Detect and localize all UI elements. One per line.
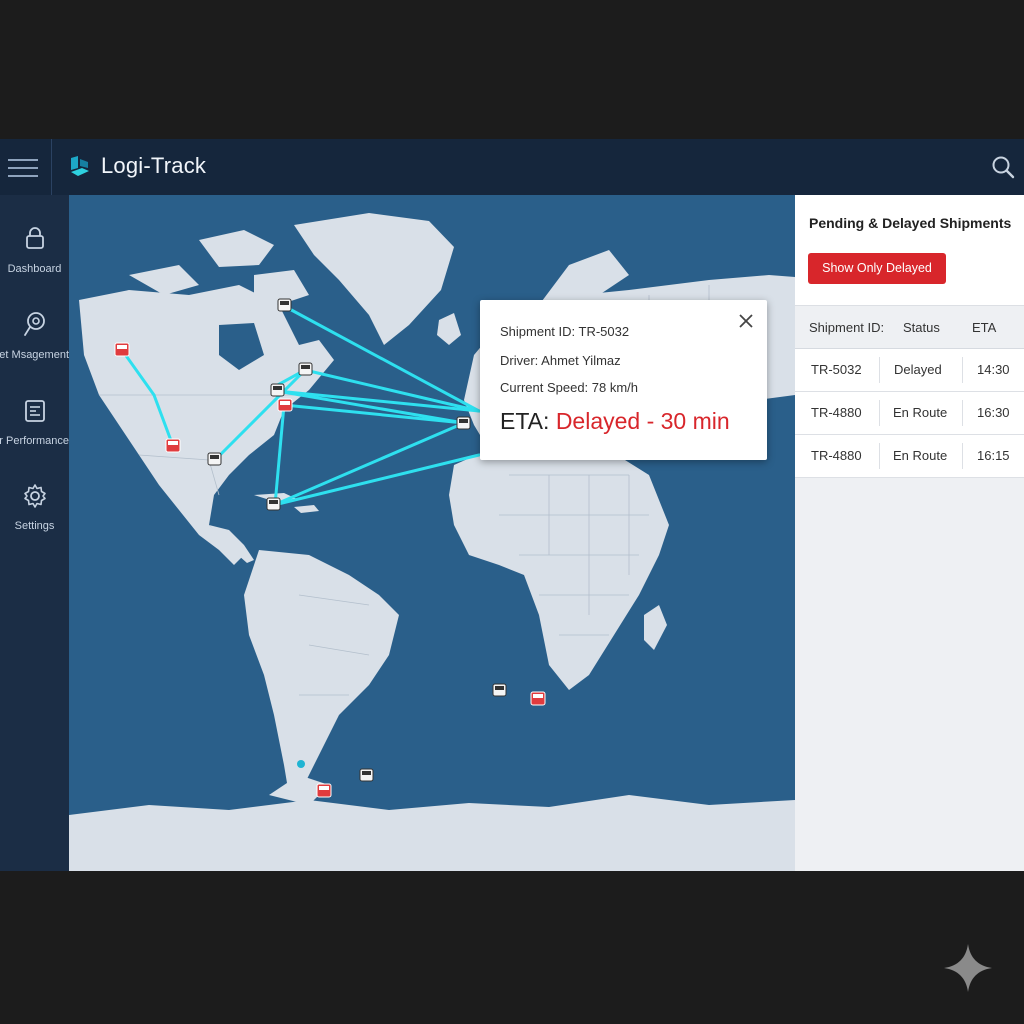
cell-divider xyxy=(879,443,880,469)
route-line xyxy=(303,368,481,413)
lock-icon xyxy=(25,227,44,249)
landmass-uk xyxy=(437,313,461,345)
column-header-eta[interactable]: ETA xyxy=(972,320,996,335)
route-line xyxy=(272,421,466,507)
map-pin-icon xyxy=(23,312,45,336)
sidebar-item-label: r Performance xyxy=(0,435,69,447)
truck-marker-white xyxy=(207,452,222,466)
cell-divider xyxy=(962,443,963,469)
eta-value: Delayed - 30 min xyxy=(555,408,730,434)
table-row[interactable]: TR-4880 En Route 16:15 xyxy=(795,435,1024,478)
truck-marker-white xyxy=(266,497,281,511)
popup-driver: Driver: Ahmet Yilmaz xyxy=(500,353,621,368)
gear-icon xyxy=(23,484,46,508)
truck-marker-white xyxy=(456,416,471,430)
shipments-panel: Pending & Delayed Shipments Show Only De… xyxy=(795,195,1024,871)
cell-shipment-id: TR-5032 xyxy=(811,362,862,377)
popup-speed: Current Speed: 78 km/h xyxy=(500,380,639,395)
cell-status: En Route xyxy=(893,405,948,420)
panel-title: Pending & Delayed Shipments xyxy=(809,215,1012,231)
search-icon[interactable] xyxy=(990,154,1016,180)
cell-shipment-id: TR-4880 xyxy=(811,405,862,420)
report-icon xyxy=(24,400,45,422)
truck-marker-white xyxy=(298,362,313,376)
table-header: Shipment ID: Status ETA xyxy=(795,306,1024,349)
divider xyxy=(51,139,52,195)
shipments-table: Shipment ID: Status ETA TR-5032 Delayed … xyxy=(795,306,1024,478)
route-line xyxy=(272,453,481,507)
sidebar-item-dashboard[interactable]: Dashboard xyxy=(0,225,69,295)
truck-marker-red xyxy=(277,398,293,412)
landmass-africa xyxy=(449,445,669,690)
app-title: Logi-Track xyxy=(101,153,207,178)
eta-label: ETA: xyxy=(500,408,556,434)
cell-divider xyxy=(962,357,963,383)
landmass-antarctica xyxy=(69,795,795,871)
cell-divider xyxy=(962,400,963,426)
sidebar-item-fleet-management[interactable]: et Msagement xyxy=(0,310,69,380)
cell-shipment-id: TR-4880 xyxy=(811,448,862,463)
table-row[interactable]: TR-5032 Delayed 14:30 xyxy=(795,349,1024,392)
landmass-north-america xyxy=(79,285,334,565)
cell-status: Delayed xyxy=(894,362,942,377)
column-header-status[interactable]: Status xyxy=(903,320,940,335)
popup-eta: ETA: Delayed - 30 min xyxy=(500,408,730,435)
cell-eta: 16:30 xyxy=(977,405,1010,420)
cell-eta: 14:30 xyxy=(977,362,1010,377)
shipment-info-popup: Shipment ID: TR-5032 Driver: Ahmet Yilma… xyxy=(480,300,767,460)
truck-marker-white xyxy=(270,383,285,397)
sidebar: Dashboard et Msagement r Performance Set… xyxy=(0,195,69,871)
truck-marker-white xyxy=(492,683,507,697)
cell-divider xyxy=(879,357,880,383)
truck-marker-red xyxy=(316,783,332,798)
truck-marker-red xyxy=(114,342,130,357)
cell-divider xyxy=(879,400,880,426)
truck-marker-white xyxy=(277,298,292,312)
hamburger-menu-icon[interactable] xyxy=(8,155,38,179)
show-only-delayed-button[interactable]: Show Only Delayed xyxy=(808,253,946,284)
close-icon[interactable] xyxy=(739,314,753,328)
world-map[interactable] xyxy=(69,195,795,871)
truck-marker-red xyxy=(165,438,181,453)
sidebar-item-performance[interactable]: r Performance xyxy=(0,398,69,468)
column-header-shipment-id[interactable]: Shipment ID: xyxy=(809,320,884,335)
popup-shipment-id: Shipment ID: TR-5032 xyxy=(500,324,630,339)
sparkle-icon xyxy=(944,944,992,992)
cell-eta: 16:15 xyxy=(977,448,1010,463)
sidebar-item-settings[interactable]: Settings xyxy=(0,483,69,553)
logo-icon xyxy=(71,156,89,176)
landmass-south-america xyxy=(244,550,399,795)
sidebar-item-label: Dashboard xyxy=(7,263,62,275)
app-window: Logi-Track Dashboard et Msagement r Perf… xyxy=(0,139,1024,871)
panel-header: Pending & Delayed Shipments Show Only De… xyxy=(795,195,1024,306)
landmass-madagascar xyxy=(644,605,667,650)
table-row[interactable]: TR-4880 En Route 16:30 xyxy=(795,392,1024,435)
truck-marker-white xyxy=(359,768,374,782)
sidebar-item-label: et Msagement xyxy=(0,349,69,361)
map-canvas xyxy=(69,213,795,871)
truck-marker-red xyxy=(530,691,546,706)
top-bar: Logi-Track xyxy=(0,139,1024,196)
location-dot xyxy=(297,760,305,768)
sidebar-item-label: Settings xyxy=(14,520,55,532)
cell-status: En Route xyxy=(893,448,948,463)
